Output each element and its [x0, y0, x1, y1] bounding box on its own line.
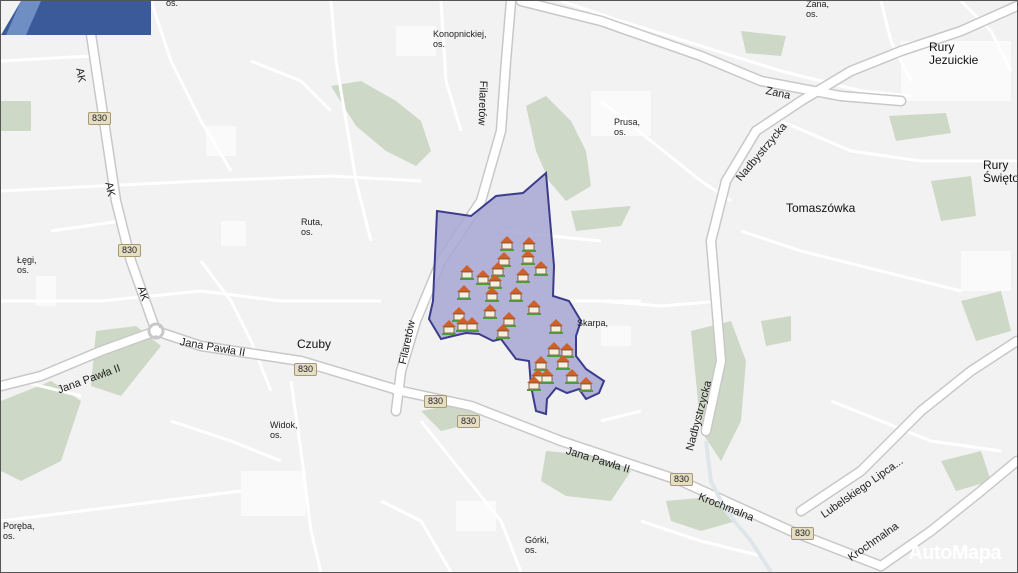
district-label-tomaszowka: Tomaszówka	[786, 201, 856, 215]
map-view[interactable]: 830 830 830 830 830 830 830 os. Konopnic…	[0, 0, 1018, 573]
place-label-top: os.	[166, 0, 179, 8]
route-830-shield: 830	[118, 244, 142, 257]
district-label-rury-jezuickie: Rury Jezuickie	[929, 40, 979, 67]
place-label-skarpa: Skarpa,	[577, 318, 609, 328]
route-830-shield: 830	[457, 415, 481, 428]
route-830-shield: 830	[88, 112, 112, 125]
road-label-filaretow-north: Filaretów	[475, 80, 489, 126]
place-label-legi: Łęgi, os.	[17, 255, 37, 275]
route-830-shield: 830	[424, 395, 448, 408]
place-label-gorki: Górki, os.	[525, 535, 550, 555]
automapa-logo-text: AutoMapa	[908, 542, 1001, 564]
route-830-shield: 830	[294, 363, 318, 376]
road-label-ak-1: AK	[73, 67, 88, 84]
place-label-prusa: Prusa, os.	[614, 117, 641, 137]
district-label-rury-swieto: Rury Święto	[983, 158, 1018, 185]
place-label-konopnickiej: Konopnickiej, os.	[433, 29, 487, 49]
automapa-logo	[1, 1, 151, 35]
place-label-ruta: Ruta, os.	[301, 217, 323, 237]
district-label-czuby: Czuby	[297, 337, 332, 351]
place-label-zana: Zana, os.	[806, 0, 830, 19]
place-label-widok: Widok, os.	[270, 420, 298, 440]
place-label-poreba: Poręba, os.	[3, 521, 35, 541]
route-830-shield: 830	[791, 527, 815, 540]
route-830-shield: 830	[670, 473, 694, 486]
